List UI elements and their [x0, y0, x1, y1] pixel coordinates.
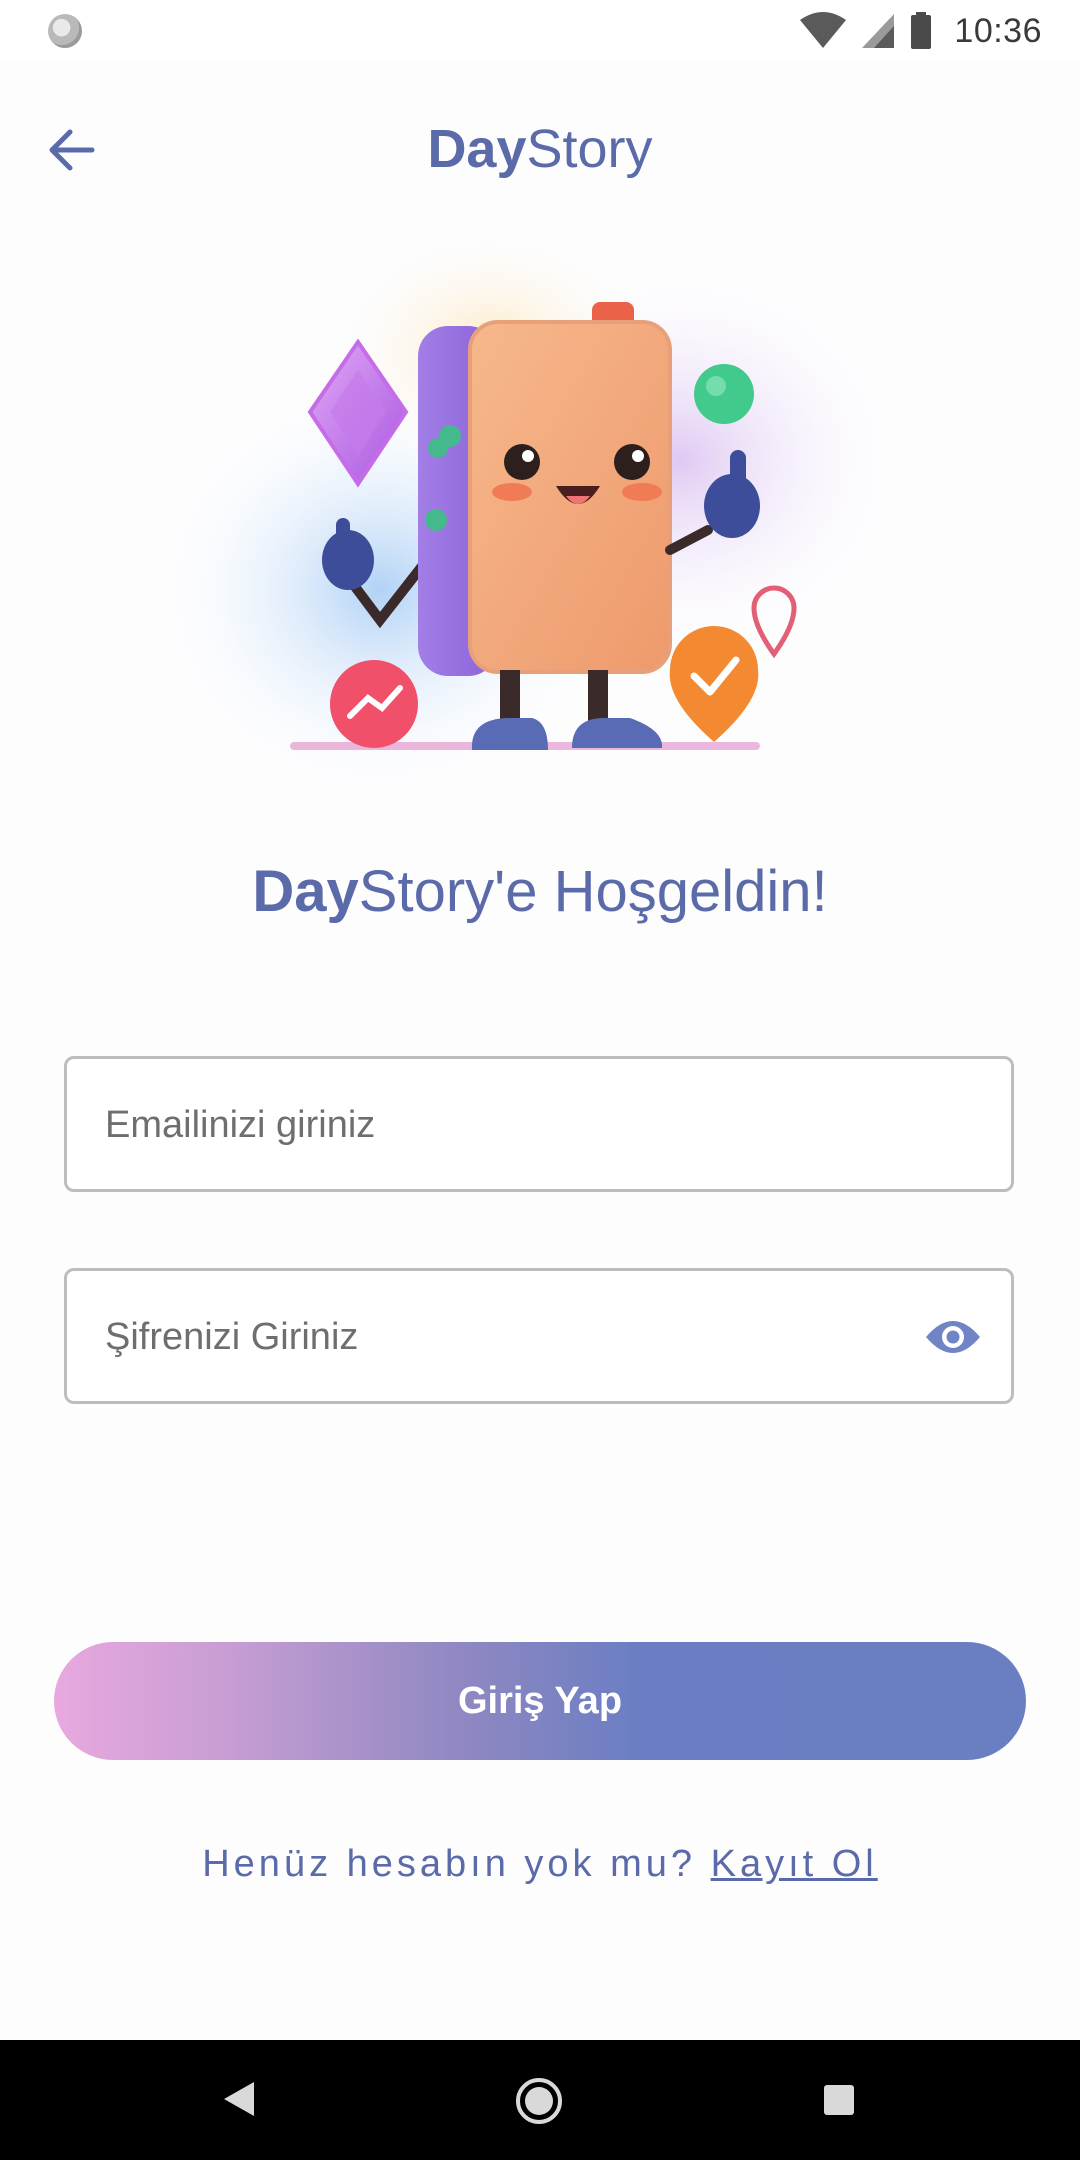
wifi-icon [800, 12, 847, 48]
register-prompt-text: Henüz hesabın yok mu? [202, 1843, 711, 1885]
nav-recents-icon[interactable] [824, 2085, 854, 2115]
login-screen: 10:36 DayStory DayStory'e Hoşgeldin! Ema… [0, 0, 1080, 2160]
login-button[interactable]: Giriş Yap [54, 1642, 1026, 1760]
app-title-regular: Story [526, 119, 653, 179]
app-title: DayStory [0, 114, 1080, 184]
status-bar: 10:36 [0, 0, 1080, 62]
email-field[interactable] [64, 1056, 1014, 1192]
status-icons: 10:36 [800, 8, 1042, 54]
register-prompt: Henüz hesabın yok mu? Kayıt Ol [0, 1836, 1080, 1892]
toggle-password-visibility-button[interactable] [923, 1309, 983, 1365]
mascot-illustration [150, 220, 920, 830]
app-title-bold: Day [427, 119, 527, 179]
welcome-heading: DayStory'e Hoşgeldin! [0, 852, 1080, 932]
battery-icon [911, 12, 932, 49]
password-input[interactable] [103, 1271, 927, 1403]
email-input[interactable] [103, 1059, 927, 1191]
nav-home-icon[interactable] [514, 2076, 564, 2126]
welcome-heading-regular: Story'e Hoşgeldin! [358, 859, 828, 924]
eye-icon [926, 1321, 980, 1353]
app-header: DayStory [0, 62, 1080, 232]
nav-back-icon[interactable] [222, 2080, 256, 2118]
password-field[interactable] [64, 1268, 1014, 1404]
notification-dot-icon [48, 14, 82, 48]
register-link[interactable]: Kayıt Ol [711, 1843, 878, 1885]
welcome-heading-bold: Day [252, 859, 359, 924]
status-time: 10:36 [954, 11, 1042, 50]
signal-icon [862, 14, 895, 48]
system-navigation-bar [0, 2040, 1080, 2160]
